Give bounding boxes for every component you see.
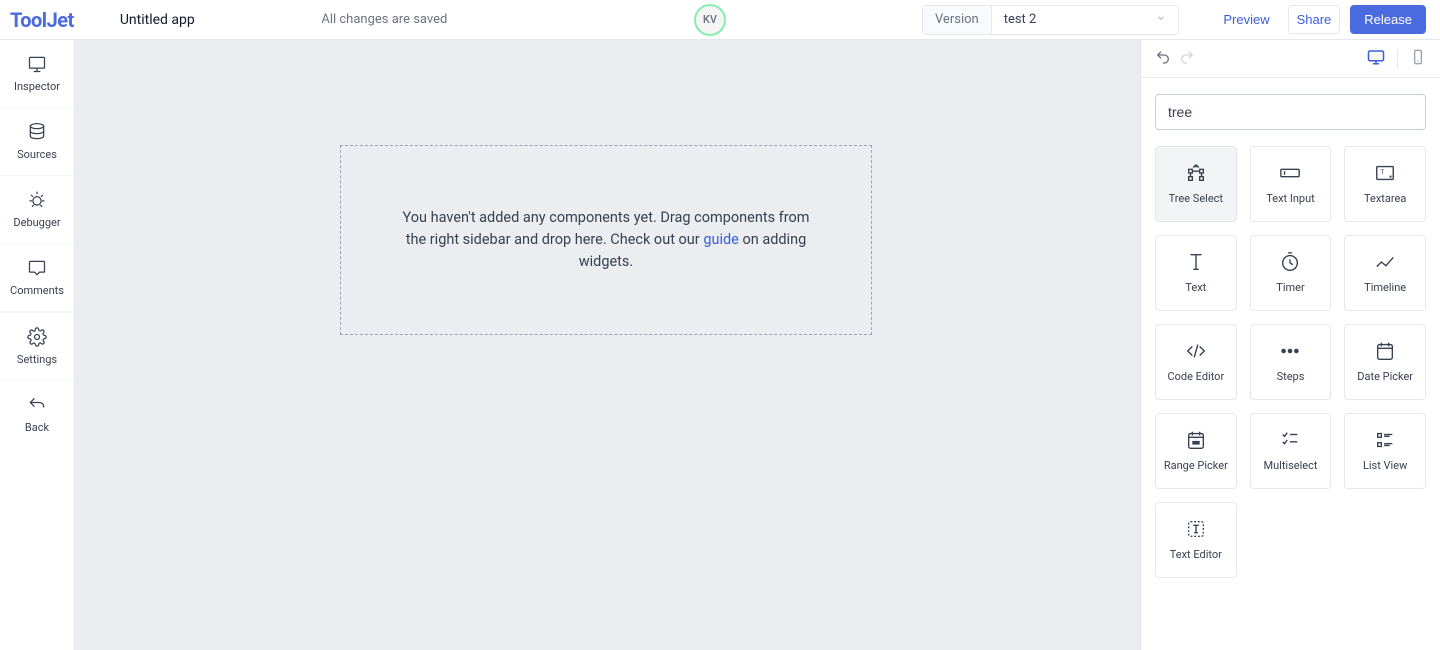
back-icon	[27, 395, 47, 415]
components-grid: Tree Select Text Input T Textarea Text	[1141, 140, 1440, 598]
inspector-icon	[27, 54, 47, 74]
list-view-icon	[1374, 429, 1396, 451]
sidebar-item-label: Sources	[17, 148, 57, 161]
timeline-icon	[1374, 251, 1396, 273]
header-actions: Preview Share Release	[1215, 5, 1426, 34]
text-editor-icon	[1185, 518, 1207, 540]
main-area: Inspector Sources Debugger Comments Sett…	[0, 40, 1440, 650]
undo-redo-group	[1155, 49, 1195, 69]
sidebar-item-label: Back	[25, 421, 49, 434]
component-label: Timer	[1272, 281, 1308, 294]
preview-button[interactable]: Preview	[1215, 6, 1277, 33]
steps-icon	[1279, 340, 1301, 362]
svg-text:T: T	[1381, 168, 1385, 176]
version-label: Version	[923, 6, 992, 34]
component-label: Timeline	[1360, 281, 1410, 294]
component-range-picker[interactable]: Range Picker	[1155, 413, 1237, 489]
component-search-input[interactable]	[1155, 94, 1426, 130]
code-editor-icon	[1185, 340, 1207, 362]
guide-link[interactable]: guide	[703, 231, 739, 248]
left-sidebar: Inspector Sources Debugger Comments Sett…	[0, 40, 75, 650]
component-label: Multiselect	[1259, 459, 1321, 472]
text-input-icon	[1279, 162, 1301, 184]
timer-icon	[1279, 251, 1301, 273]
component-text-input[interactable]: Text Input	[1250, 146, 1332, 222]
multiselect-icon	[1279, 429, 1301, 451]
right-toolbar	[1141, 40, 1440, 78]
component-label: Text Input	[1262, 192, 1319, 205]
share-button[interactable]: Share	[1288, 5, 1341, 34]
sidebar-item-inspector[interactable]: Inspector	[0, 40, 74, 108]
component-text-editor[interactable]: Text Editor	[1155, 502, 1237, 578]
component-timeline[interactable]: Timeline	[1344, 235, 1426, 311]
component-tree-select[interactable]: Tree Select	[1155, 146, 1237, 222]
undo-icon[interactable]	[1155, 49, 1171, 69]
tree-select-icon	[1185, 162, 1207, 184]
sidebar-item-settings[interactable]: Settings	[0, 312, 74, 381]
text-icon	[1185, 251, 1207, 273]
app-header: ToolJet Untitled app All changes are sav…	[0, 0, 1440, 40]
component-label: Text	[1181, 281, 1210, 294]
desktop-icon[interactable]	[1367, 48, 1385, 70]
component-steps[interactable]: Steps	[1250, 324, 1332, 400]
gear-icon	[27, 327, 47, 347]
canvas[interactable]: You haven't added any components yet. Dr…	[75, 40, 1140, 650]
component-label: Range Picker	[1160, 459, 1232, 472]
sidebar-item-label: Settings	[17, 353, 57, 366]
sources-icon	[27, 122, 47, 142]
empty-state-text: You haven't added any components yet. Dr…	[401, 207, 811, 272]
sidebar-item-sources[interactable]: Sources	[0, 108, 74, 176]
component-text[interactable]: Text	[1155, 235, 1237, 311]
component-label: Date Picker	[1353, 370, 1417, 383]
version-value: test 2	[1004, 12, 1037, 27]
comments-icon	[27, 258, 47, 278]
sidebar-item-comments[interactable]: Comments	[0, 244, 74, 312]
version-box: Version test 2	[922, 5, 1179, 35]
version-select[interactable]: test 2	[992, 6, 1179, 34]
device-toggle	[1367, 48, 1426, 70]
sidebar-item-debugger[interactable]: Debugger	[0, 176, 74, 244]
textarea-icon: T	[1374, 162, 1396, 184]
redo-icon	[1179, 49, 1195, 69]
component-label: Tree Select	[1165, 192, 1227, 205]
mobile-icon[interactable]	[1410, 49, 1426, 69]
component-date-picker[interactable]: Date Picker	[1344, 324, 1426, 400]
component-search-wrap	[1141, 78, 1440, 140]
component-label: Textarea	[1360, 192, 1410, 205]
right-panel: Tree Select Text Input T Textarea Text	[1140, 40, 1440, 650]
sidebar-item-label: Debugger	[13, 216, 60, 229]
component-list-view[interactable]: List View	[1344, 413, 1426, 489]
sidebar-item-back[interactable]: Back	[0, 381, 74, 448]
component-textarea[interactable]: T Textarea	[1344, 146, 1426, 222]
component-label: Code Editor	[1163, 370, 1228, 383]
debugger-icon	[27, 190, 47, 210]
sidebar-item-label: Inspector	[14, 80, 60, 93]
canvas-dropzone[interactable]: You haven't added any components yet. Dr…	[340, 145, 872, 335]
date-picker-icon	[1374, 340, 1396, 362]
component-label: Steps	[1273, 370, 1309, 383]
divider	[1397, 50, 1398, 68]
save-status: All changes are saved	[91, 12, 678, 27]
range-picker-icon	[1185, 429, 1207, 451]
sidebar-item-label: Comments	[10, 284, 64, 297]
component-label: Text Editor	[1166, 548, 1226, 561]
component-label: List View	[1359, 459, 1411, 472]
tooljet-logo: ToolJet	[10, 8, 74, 32]
avatar[interactable]: KV	[694, 4, 726, 36]
component-timer[interactable]: Timer	[1250, 235, 1332, 311]
component-code-editor[interactable]: Code Editor	[1155, 324, 1237, 400]
component-multiselect[interactable]: Multiselect	[1250, 413, 1332, 489]
release-button[interactable]: Release	[1350, 5, 1426, 34]
chevron-down-icon	[1156, 13, 1166, 26]
